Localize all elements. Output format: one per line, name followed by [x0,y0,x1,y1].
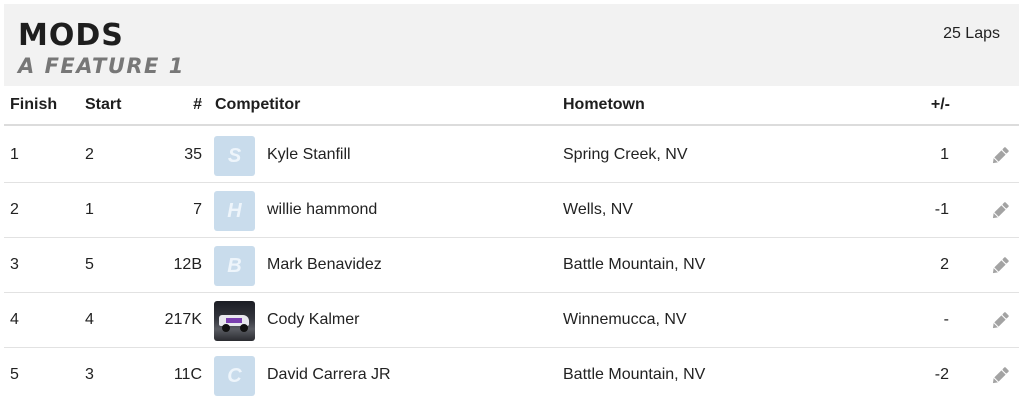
results-panel: MODS A FEATURE 1 25 Laps Finish Start # … [4,4,1019,404]
laps-count: 25 Laps [943,25,1000,42]
driver-avatar[interactable]: S [214,136,255,176]
hometown-cell: Spring Creek, NV [563,146,688,163]
competitor-name[interactable]: Kyle Stanfill [267,146,351,164]
car-number-cell: 217K [164,311,202,328]
competitor-name[interactable]: Cody Kalmer [267,311,359,329]
finish-cell: 2 [10,201,19,218]
competitor-name[interactable]: willie hammond [267,201,377,219]
table-row: 4 4 217K Cody Kalmer Winnemucca, NV - [4,293,1019,348]
table-row: 3 5 12B B Mark Benavidez Battle Mountain… [4,238,1019,293]
competitor-name[interactable]: Mark Benavidez [267,256,382,274]
pencil-icon[interactable] [989,365,1011,387]
table-row: 5 3 11C C David Carrera JR Battle Mounta… [4,348,1019,403]
plus-minus-cell: 1 [940,146,949,163]
hometown-cell: Battle Mountain, NV [563,256,706,273]
col-plus-minus: +/- [930,96,950,113]
car-stripe [226,318,242,323]
table-header: Finish Start # Competitor Hometown +/- [4,86,1019,126]
plus-minus-cell: 2 [940,256,949,273]
plus-minus-cell: -2 [934,366,949,383]
start-cell: 4 [85,311,94,328]
hometown-cell: Winnemucca, NV [563,311,687,328]
col-finish: Finish [10,96,58,113]
finish-cell: 5 [10,366,19,383]
car-number-cell: 35 [184,146,202,163]
avatar-initial: H [227,200,242,222]
start-cell: 5 [85,256,94,273]
table-row: 2 1 7 H willie hammond Wells, NV -1 [4,183,1019,238]
driver-avatar[interactable]: H [214,191,255,231]
car-number-cell: 11C [173,366,202,383]
table-row: 1 2 35 S Kyle Stanfill Spring Creek, NV … [4,128,1019,183]
pencil-icon[interactable] [989,200,1011,222]
class-title: MODS [18,18,124,53]
car-wheel [240,324,248,332]
plus-minus-cell: - [943,311,949,328]
pencil-icon[interactable] [989,310,1011,332]
driver-avatar[interactable]: C [214,356,255,396]
start-cell: 1 [85,201,94,218]
col-number: # [193,96,202,113]
driver-photo[interactable] [214,301,255,341]
car-number-cell: 7 [193,201,202,218]
avatar-initial: B [227,255,242,277]
avatar-initial: C [227,365,242,387]
finish-cell: 3 [10,256,19,273]
car-wheel [222,324,230,332]
plus-minus-cell: -1 [934,201,949,218]
pencil-icon[interactable] [989,255,1011,277]
hometown-cell: Battle Mountain, NV [563,366,706,383]
start-cell: 3 [85,366,94,383]
col-competitor: Competitor [215,96,301,113]
pencil-icon[interactable] [989,145,1011,167]
driver-avatar[interactable]: B [214,246,255,286]
results-header: MODS A FEATURE 1 25 Laps [4,4,1019,86]
col-start: Start [85,96,122,113]
avatar-initial: S [227,145,242,167]
event-subtitle: A FEATURE 1 [18,54,185,78]
hometown-cell: Wells, NV [563,201,633,218]
competitor-name[interactable]: David Carrera JR [267,366,391,384]
finish-cell: 1 [10,146,19,163]
col-hometown: Hometown [563,96,645,113]
start-cell: 2 [85,146,94,163]
finish-cell: 4 [10,311,19,328]
car-number-cell: 12B [173,256,202,273]
